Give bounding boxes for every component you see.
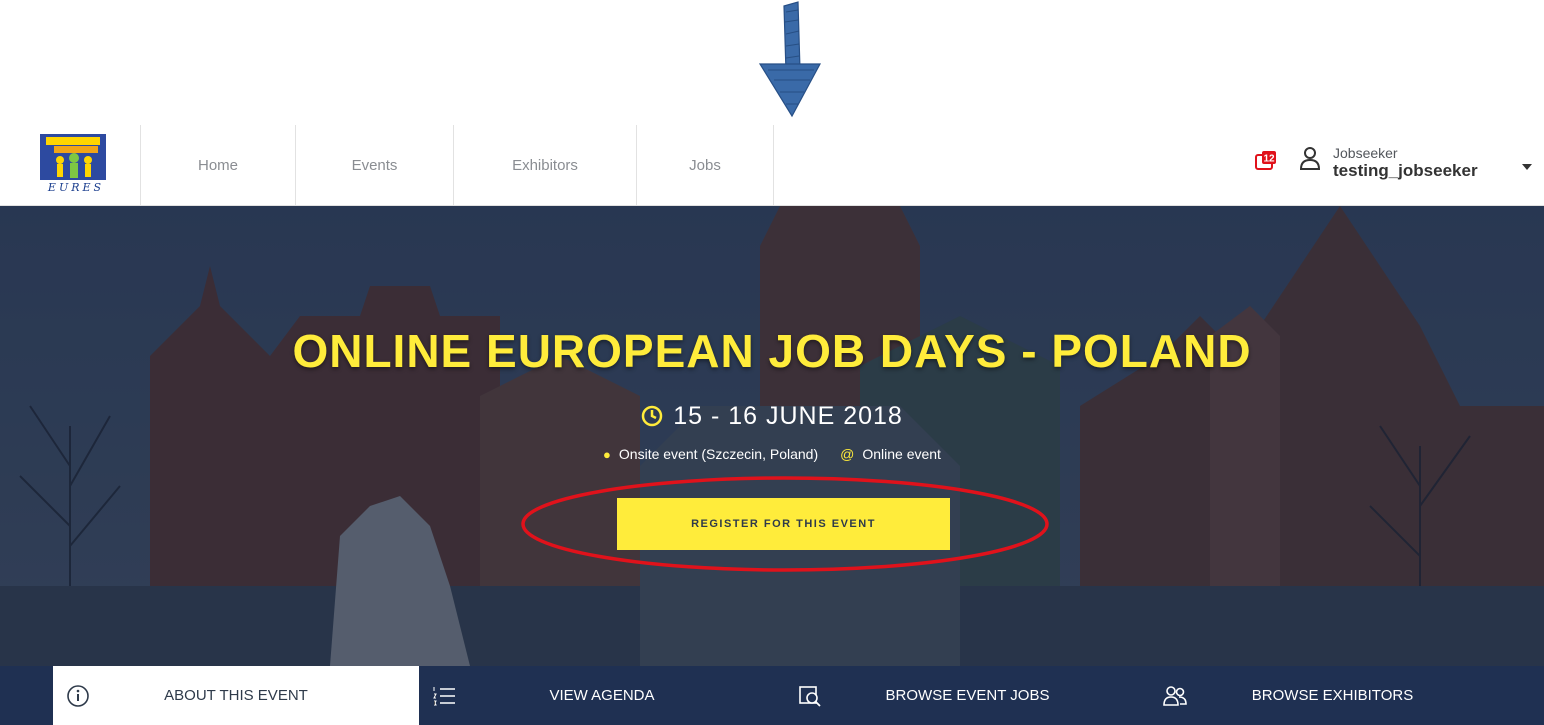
logo-text: EURES — [47, 181, 105, 194]
tab-view-agenda-label: VIEW AGENDA — [549, 687, 655, 704]
nav-item-exhibitors[interactable]: Exhibitors — [453, 125, 636, 206]
at-icon: @ — [840, 446, 855, 462]
eures-logo[interactable]: EURES — [28, 131, 124, 201]
location-pin-icon: ● — [603, 447, 611, 462]
event-location-online: Online event — [862, 446, 941, 462]
tab-browse-exhibitors[interactable]: BROWSE EXHIBITORS — [1150, 666, 1515, 725]
event-title: ONLINE EUROPEAN JOB DAYS - POLAND — [292, 325, 1252, 377]
event-tab-bar: ABOUT THIS EVENT VIEW AGENDA BROWSE EVEN… — [0, 666, 1544, 725]
nav-item-jobs[interactable]: Jobs — [636, 125, 774, 206]
main-nav: Home Events Exhibitors Jobs — [140, 125, 774, 206]
top-navbar: EURES Home Events Exhibitors Jobs 12 Job… — [0, 125, 1544, 206]
notification-count: 12 — [1263, 154, 1275, 165]
event-locations: ● Onsite event (Szczecin, Poland) @ Online … — [0, 446, 1544, 462]
annotation-arrow-icon — [758, 1, 822, 118]
nav-item-events[interactable]: Events — [295, 125, 453, 206]
tab-browse-event-jobs[interactable]: BROWSE EVENT JOBS — [785, 666, 1150, 725]
clock-icon — [641, 405, 663, 427]
tab-browse-exhibitors-label: BROWSE EXHIBITORS — [1251, 687, 1414, 704]
user-menu[interactable]: Jobseeker testing_jobseeker — [1333, 145, 1478, 181]
european-job-days-logo-icon — [40, 134, 106, 180]
chevron-down-icon[interactable] — [1522, 164, 1532, 170]
annotation-highlight-ellipse — [521, 476, 1049, 572]
user-icon[interactable] — [1299, 145, 1321, 171]
notification-icon[interactable]: 12 — [1255, 150, 1277, 172]
tab-view-agenda[interactable]: VIEW AGENDA — [419, 666, 785, 725]
event-location-onsite: Onsite event (Szczecin, Poland) — [618, 446, 819, 462]
event-hero: ONLINE EUROPEAN JOB DAYS - POLAND 15 - 1… — [0, 206, 1544, 666]
user-name: testing_jobseeker — [1333, 161, 1478, 180]
hero-overlay — [0, 206, 1544, 666]
user-role: Jobseeker — [1333, 145, 1398, 161]
nav-item-home[interactable]: Home — [140, 125, 295, 206]
tab-browse-event-jobs-label: BROWSE EVENT JOBS — [885, 687, 1050, 704]
tab-about-event[interactable]: ABOUT THIS EVENT — [53, 666, 419, 725]
tab-about-event-label: ABOUT THIS EVENT — [164, 687, 308, 704]
event-date-text: 15 - 16 JUNE 2018 — [673, 402, 903, 430]
event-date: 15 - 16 JUNE 2018 — [0, 402, 1544, 431]
